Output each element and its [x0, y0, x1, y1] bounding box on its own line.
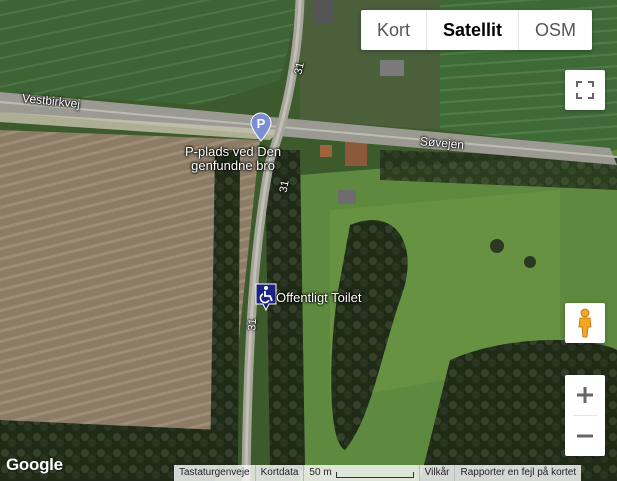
- satellite-imagery: [0, 0, 617, 481]
- fullscreen-icon: [576, 81, 594, 99]
- map-data-link[interactable]: Kortdata: [254, 465, 304, 481]
- fullscreen-button[interactable]: [565, 70, 605, 110]
- map-view[interactable]: Vestbirkvej Søvejen 31 31 31 P P-plads v…: [0, 0, 617, 481]
- zoom-out-button[interactable]: [565, 416, 605, 456]
- parking-poi-label[interactable]: P-plads ved Den genfundne bro: [185, 145, 281, 173]
- google-logo[interactable]: Google: [6, 455, 63, 475]
- pegman-icon: [578, 308, 592, 338]
- road-label-31-middle: 31: [277, 179, 292, 194]
- road-label-31-bottom: 31: [246, 317, 260, 332]
- map-type-kort-button[interactable]: Kort: [361, 10, 426, 50]
- scale-label: 50 m: [309, 467, 332, 478]
- toilet-poi-label[interactable]: Offentligt Toilet: [276, 291, 362, 305]
- keyboard-shortcuts-link[interactable]: Tastaturgenveje: [174, 465, 255, 481]
- zoom-control: [565, 375, 605, 456]
- minus-icon: [577, 434, 593, 438]
- scale-bar-line: [335, 471, 414, 478]
- terms-link[interactable]: Vilkår: [418, 465, 455, 481]
- parking-icon: P: [250, 112, 272, 142]
- map-type-control: Kort Satellit OSM: [361, 10, 593, 50]
- parking-poi[interactable]: P: [250, 112, 272, 147]
- report-error-link[interactable]: Rapporter en fejl på kortet: [454, 465, 581, 481]
- map-type-osm-button[interactable]: OSM: [519, 10, 592, 50]
- map-type-satellit-button[interactable]: Satellit: [427, 10, 518, 50]
- plus-icon: [577, 387, 593, 403]
- wheelchair-toilet-icon: [255, 283, 277, 312]
- road-label-31-top: 31: [292, 61, 307, 76]
- map-footer: Tastaturgenveje Kortdata 50 m Vilkår Rap…: [174, 465, 582, 481]
- zoom-in-button[interactable]: [565, 375, 605, 415]
- scale-bar[interactable]: 50 m: [303, 465, 418, 481]
- street-view-pegman-button[interactable]: [565, 303, 605, 343]
- toilet-poi[interactable]: [255, 283, 277, 316]
- svg-text:P: P: [257, 116, 266, 131]
